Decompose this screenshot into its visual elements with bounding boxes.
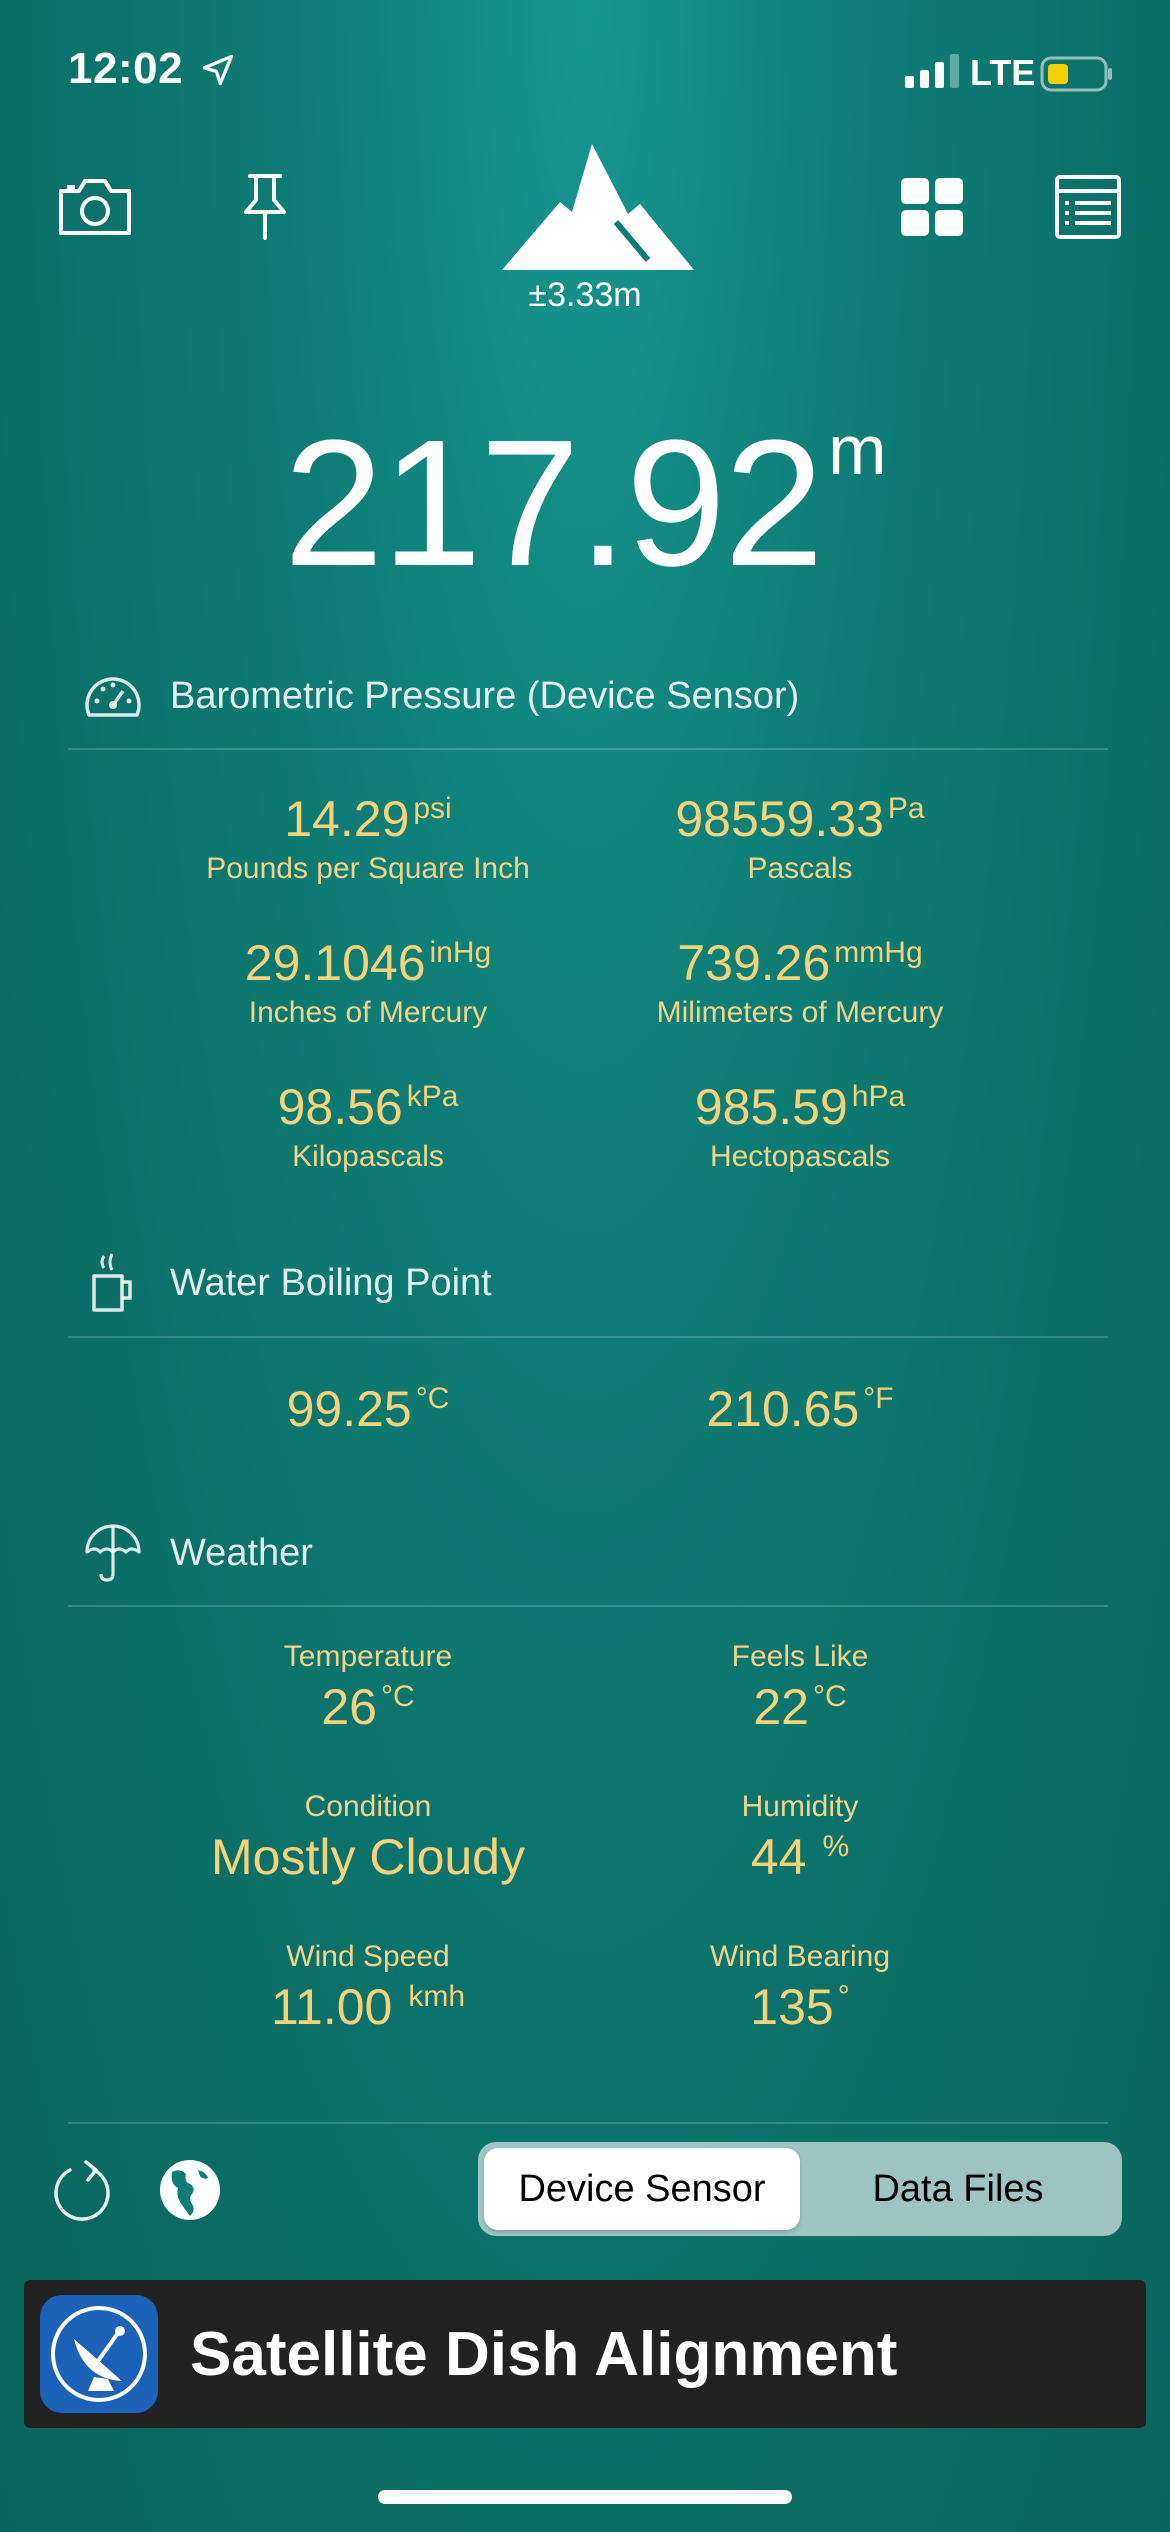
fahrenheit-value: 210.65	[706, 1381, 860, 1437]
mmhg-label: Milimeters of Mercury	[656, 996, 944, 1029]
hpa-value: 985.59	[694, 1079, 848, 1135]
pa-label: Pascals	[747, 852, 853, 885]
satellite-dish-icon	[40, 2295, 158, 2413]
grid-icon[interactable]	[887, 162, 977, 252]
humidity-value: 44	[750, 1829, 807, 1885]
home-indicator[interactable]	[378, 2490, 792, 2504]
status-time: 12:02	[68, 44, 184, 93]
weather-humidity: Humidity 44%	[560, 1790, 1040, 1886]
barometric-section-header: Barometric Pressure (Device Sensor)	[80, 663, 799, 729]
pressure-hpa: 985.59 hPa Hectopascals	[560, 1078, 1040, 1174]
boiling-celsius: 99.25 °C	[128, 1380, 608, 1438]
battery-icon	[1040, 56, 1114, 97]
cellular-signal-icon	[905, 52, 959, 88]
divider	[68, 1605, 1108, 1607]
weather-wind-bearing: Wind Bearing 135 °	[560, 1940, 1040, 2036]
temperature-unit: °C	[380, 1680, 415, 1713]
mug-icon	[80, 1250, 146, 1316]
weather-section-header: Weather	[80, 1520, 313, 1586]
condition-value: Mostly Cloudy	[211, 1829, 525, 1885]
pressure-inhg: 29.1046 inHg Inches of Mercury	[128, 934, 608, 1030]
kpa-value: 98.56	[277, 1079, 403, 1135]
refresh-icon[interactable]	[50, 2156, 114, 2229]
wind-bearing-unit: °	[837, 1980, 850, 2013]
condition-label: Condition	[304, 1790, 432, 1823]
hpa-unit: hPa	[851, 1080, 906, 1113]
network-type: LTE	[970, 52, 1036, 93]
inhg-label: Inches of Mercury	[248, 996, 488, 1029]
camera-icon[interactable]	[50, 162, 140, 252]
boiling-title: Water Boiling Point	[170, 1261, 492, 1304]
barometric-title: Barometric Pressure (Device Sensor)	[170, 674, 800, 717]
mountain-icon[interactable]	[498, 142, 698, 277]
hpa-label: Hectopascals	[709, 1140, 891, 1173]
boiling-fahrenheit: 210.65 °F	[560, 1380, 1040, 1438]
mmhg-value: 739.26	[677, 935, 831, 991]
kpa-label: Kilopascals	[292, 1140, 444, 1173]
mmhg-unit: mmHg	[834, 936, 923, 969]
location-arrow-icon	[200, 52, 236, 93]
accuracy-readout: ±3.33m	[528, 276, 642, 314]
pressure-psi: 14.29 psi Pounds per Square Inch	[128, 790, 608, 886]
pa-value: 98559.33	[675, 791, 884, 847]
globe-icon[interactable]	[158, 2158, 222, 2227]
divider	[68, 2122, 1108, 2124]
feels-like-label: Feels Like	[731, 1640, 869, 1673]
weather-title: Weather	[170, 1531, 313, 1574]
feels-like-value: 22	[753, 1679, 809, 1735]
pin-icon[interactable]	[220, 162, 310, 252]
wind-speed-value: 11.00	[270, 1979, 393, 2035]
fahrenheit-unit: °F	[863, 1382, 894, 1415]
psi-label: Pounds per Square Inch	[206, 852, 530, 885]
umbrella-icon	[80, 1520, 146, 1586]
segment-device-sensor[interactable]: Device Sensor	[484, 2148, 800, 2230]
pressure-pa: 98559.33 Pa Pascals	[560, 790, 1040, 886]
feels-like-unit: °C	[812, 1680, 847, 1713]
segment-data-files[interactable]: Data Files	[800, 2148, 1116, 2230]
altitude-unit: m	[828, 411, 887, 489]
wind-speed-label: Wind Speed	[286, 1940, 450, 1973]
list-icon[interactable]	[1043, 162, 1133, 252]
pressure-kpa: 98.56 kPa Kilopascals	[128, 1078, 608, 1174]
wind-bearing-value: 135	[750, 1979, 834, 2035]
altitude-value: 217.92	[283, 403, 825, 604]
temperature-value: 26	[321, 1679, 377, 1735]
divider	[68, 1336, 1108, 1338]
inhg-value: 29.1046	[244, 935, 426, 991]
weather-condition: Condition Mostly Cloudy	[128, 1790, 608, 1886]
temperature-label: Temperature	[283, 1640, 453, 1673]
boiling-section-header: Water Boiling Point	[80, 1250, 492, 1316]
celsius-value: 99.25	[286, 1381, 412, 1437]
ad-title: Satellite Dish Alignment	[190, 2319, 898, 2389]
weather-wind-speed: Wind Speed 11.00 kmh	[128, 1940, 608, 2036]
weather-temperature: Temperature 26 °C	[128, 1640, 608, 1736]
celsius-unit: °C	[415, 1382, 450, 1415]
psi-unit: psi	[413, 792, 452, 825]
psi-value: 14.29	[284, 791, 410, 847]
weather-feels-like: Feels Like 22 °C	[560, 1640, 1040, 1736]
humidity-label: Humidity	[741, 1790, 859, 1823]
wind-speed-unit: kmh	[408, 1980, 466, 2013]
kpa-unit: kPa	[406, 1080, 459, 1113]
humidity-unit: %	[822, 1830, 850, 1863]
ad-banner[interactable]: Satellite Dish Alignment	[24, 2280, 1146, 2428]
gauge-icon	[80, 663, 146, 729]
source-segmented-control[interactable]: Device Sensor Data Files	[478, 2142, 1122, 2236]
divider	[68, 748, 1108, 750]
wind-bearing-label: Wind Bearing	[709, 1940, 891, 1973]
altitude-display: 217.92m	[0, 400, 1170, 607]
inhg-unit: inHg	[429, 936, 492, 969]
pa-unit: Pa	[887, 792, 925, 825]
pressure-mmhg: 739.26 mmHg Milimeters of Mercury	[560, 934, 1040, 1030]
